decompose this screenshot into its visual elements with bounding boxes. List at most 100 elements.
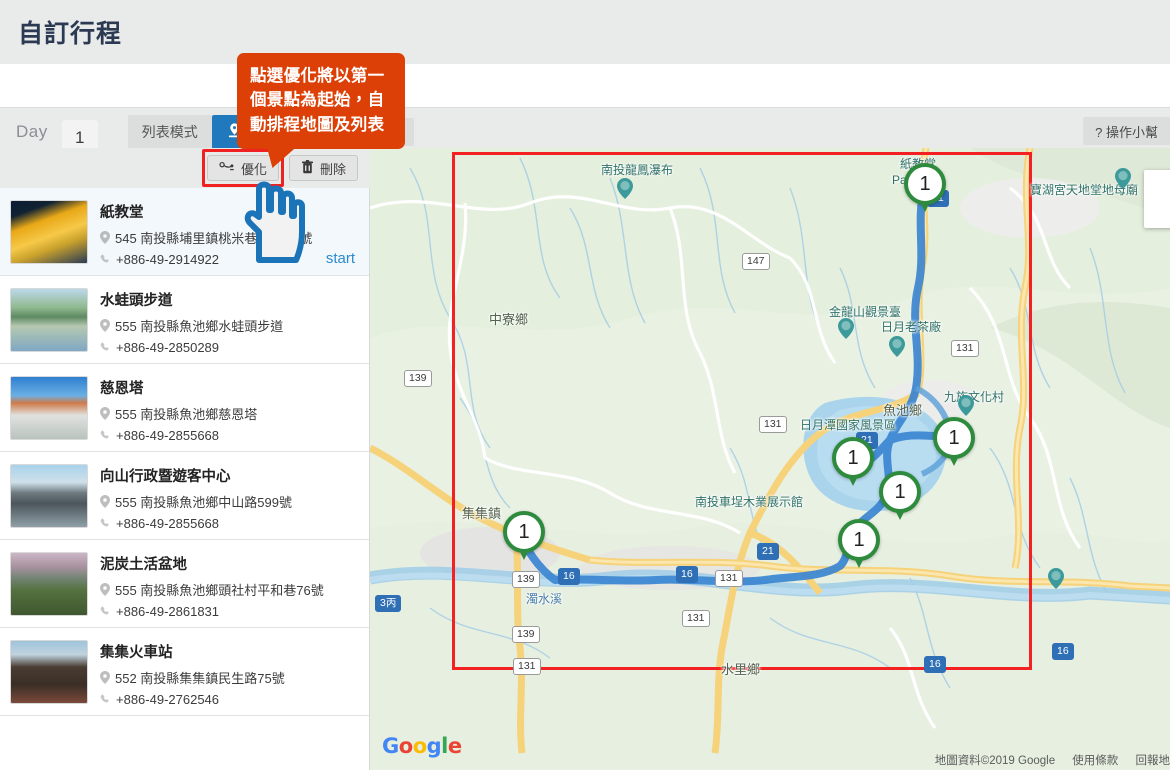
map-place-pin-icon[interactable]: [889, 336, 905, 357]
poi-list[interactable]: 紙教堂 545 南投縣埔里鎮桃米巷52之12號 +886-49-2914922 sta…: [0, 188, 370, 770]
page-header: 自訂行程: [0, 0, 1170, 64]
map-label: 濁水溪: [526, 592, 563, 606]
phone-icon: [100, 430, 111, 441]
phone-icon: [100, 694, 111, 705]
map-route-marker[interactable]: 1: [933, 417, 975, 466]
map-place-pin-icon[interactable]: [1115, 168, 1131, 189]
location-pin-icon: [100, 495, 110, 508]
poi-phone-line: +886-49-2861831: [100, 604, 355, 619]
location-pin-icon: [100, 407, 110, 420]
phone-icon: [100, 254, 111, 265]
route-optimize-icon: [219, 160, 235, 176]
header-divider: [0, 64, 1170, 108]
poi-thumbnail: [10, 200, 88, 264]
phone-icon: [100, 606, 111, 617]
map-label: 集集鎮: [462, 506, 502, 521]
location-pin-icon: [100, 583, 110, 596]
road-shield-icon: 131: [513, 658, 541, 675]
poi-address: 555 南投縣魚池鄉中山路599號: [115, 495, 292, 510]
map-route-marker[interactable]: 1: [503, 511, 545, 560]
poi-phone: +886-49-2914922: [116, 252, 220, 267]
poi-phone: +886-49-2762546: [116, 692, 220, 707]
poi-name: 泥炭土活盆地: [100, 557, 187, 573]
map-canvas[interactable]: 南投龍鳳瀑布紙教堂Par me寶湖宮天地堂地母廟中寮鄉金龍山觀景臺日月老茶廠九族…: [370, 148, 1170, 770]
road-shield-icon: 3丙: [375, 595, 402, 612]
location-pin-icon: [100, 671, 110, 684]
road-shield-icon: 16: [558, 568, 580, 585]
poi-thumbnail: [10, 552, 88, 616]
google-logo: Google: [382, 734, 462, 758]
map-label: 中寮鄉: [489, 312, 529, 327]
map-report-link[interactable]: 回報地: [1136, 755, 1170, 767]
map-place-pin-icon[interactable]: [958, 395, 974, 416]
poi-address-line: 555 南投縣魚池鄉中山路599號: [100, 492, 355, 511]
poi-name: 集集火車站: [100, 645, 173, 661]
poi-name: 水蛙頭步道: [100, 293, 173, 309]
poi-phone: +886-49-2855668: [116, 516, 220, 531]
map-route-marker-tail: [848, 476, 858, 486]
map-terms-link[interactable]: 使用條款: [1072, 755, 1118, 767]
poi-phone-line: +886-49-2855668: [100, 428, 355, 443]
map-label: 南投龍鳳瀑布: [601, 163, 674, 177]
map-route-marker-label: 1: [879, 471, 921, 513]
poi-info: 慈恩塔 555 南投縣魚池鄉慈恩塔 +886-49-2855668: [100, 376, 355, 443]
list-item[interactable]: 向山行政暨遊客中心 555 南投縣魚池鄉中山路599號 +886-49-285566…: [0, 452, 369, 540]
day-label: Day: [16, 122, 48, 141]
tab-list-mode[interactable]: 列表模式: [127, 115, 212, 149]
road-shield-icon: 139: [512, 571, 540, 588]
map-route-marker[interactable]: 1: [879, 471, 921, 520]
list-action-row: 優化 刪除: [0, 148, 370, 188]
poi-info: 水蛙頭步道 555 南投縣魚池鄉水蛙頭步道 +886-49-2850289: [100, 288, 355, 355]
app-root: 自訂行程 Day 1 列表模式 地圖模式 下載: [0, 0, 1170, 770]
map-route-marker[interactable]: 1: [832, 437, 874, 486]
road-shield-icon: 16: [924, 656, 946, 673]
map-route-marker-label: 1: [838, 519, 880, 561]
tooltip-tail: [263, 146, 298, 169]
poi-address: 555 南投縣魚池鄉水蛙頭步道: [115, 319, 284, 334]
poi-address-line: 555 南投縣魚池鄉頭社村平和巷76號: [100, 580, 355, 599]
logo-e: e: [447, 734, 462, 758]
logo-o1: o: [398, 734, 413, 758]
map-label: 水里鄉: [721, 662, 761, 677]
list-item[interactable]: 泥炭土活盆地 555 南投縣魚池鄉頭社村平和巷76號 +886-49-2861831: [0, 540, 369, 628]
road-shield-icon: 147: [742, 253, 770, 270]
map-route-marker-label: 1: [832, 437, 874, 479]
poi-name: 向山行政暨遊客中心: [100, 469, 231, 485]
road-shield-icon: 131: [759, 416, 787, 433]
road-shield-icon: 139: [404, 370, 432, 387]
road-shield-icon: 21: [757, 543, 779, 560]
list-item[interactable]: 水蛙頭步道 555 南投縣魚池鄉水蛙頭步道 +886-49-2850289: [0, 276, 369, 364]
poi-address-line: 552 南投縣集集鎮民生路75號: [100, 668, 355, 687]
map-attribution: 地圖資料©2019 Google 使用條款 回報地: [921, 752, 1170, 768]
help-button[interactable]: ? 操作小幫: [1083, 117, 1170, 145]
poi-address-line: 555 南投縣魚池鄉慈恩塔: [100, 404, 355, 423]
list-item[interactable]: 慈恩塔 555 南投縣魚池鄉慈恩塔 +886-49-2855668: [0, 364, 369, 452]
map-basemap: [370, 148, 1170, 770]
map-route-marker[interactable]: 1: [838, 519, 880, 568]
poi-address: 555 南投縣魚池鄉慈恩塔: [115, 407, 258, 422]
map-label: 南投車埕木業展示館: [695, 495, 804, 509]
logo-g2: g: [426, 734, 442, 758]
poi-phone-line: +886-49-2855668: [100, 516, 355, 531]
location-pin-icon: [100, 231, 110, 244]
list-item[interactable]: 集集火車站 552 南投縣集集鎮民生路75號 +886-49-2762546: [0, 628, 369, 716]
trash-icon: [301, 159, 314, 177]
start-tag: start: [325, 250, 355, 267]
list-item[interactable]: 紙教堂 545 南投縣埔里鎮桃米巷52之12號 +886-49-2914922 sta…: [0, 188, 369, 276]
delete-label: 刪除: [319, 161, 346, 177]
optimize-tooltip-text: 點選優化將以第一個景點為起始，自動排程地圖及列表: [250, 67, 385, 134]
map-route-marker-tail: [854, 558, 864, 568]
page-title: 自訂行程: [18, 20, 123, 48]
map-route-marker-label: 1: [904, 163, 946, 205]
poi-phone: +886-49-2855668: [116, 428, 220, 443]
map-control-panel[interactable]: [1144, 170, 1170, 228]
list-mode-label: 列表模式: [141, 124, 198, 140]
logo-g1: G: [382, 734, 399, 758]
map-place-pin-icon[interactable]: [617, 178, 633, 199]
map-label: 九族文化村: [944, 390, 1005, 404]
road-shield-icon: 139: [512, 626, 540, 643]
map-place-pin-icon[interactable]: [1048, 568, 1064, 589]
poi-thumbnail: [10, 376, 88, 440]
map-place-pin-icon[interactable]: [838, 318, 854, 339]
map-route-marker[interactable]: 1: [904, 163, 946, 212]
